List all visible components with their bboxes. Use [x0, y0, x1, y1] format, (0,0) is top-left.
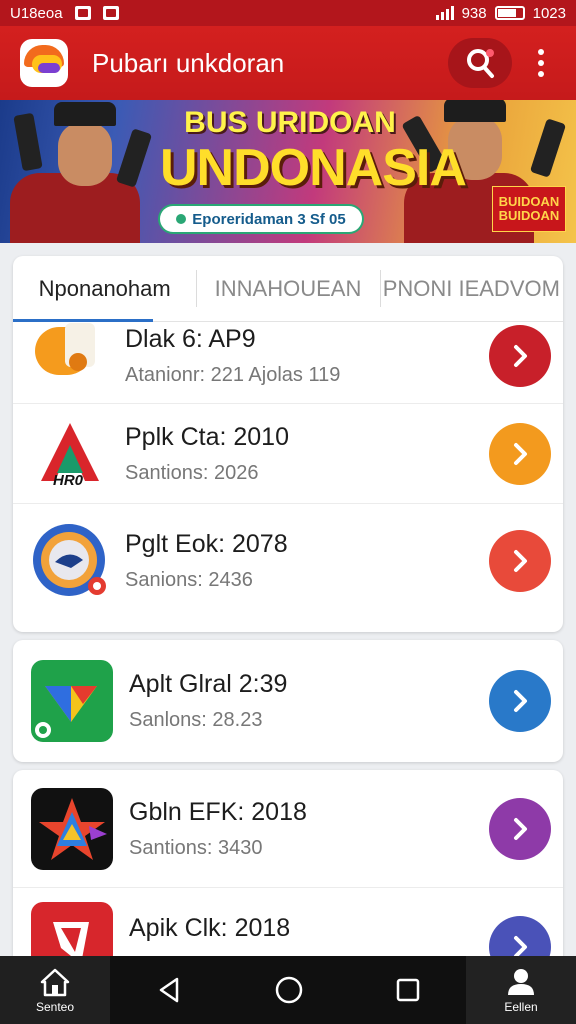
clock-text: 1023 [532, 4, 566, 22]
app-title: Dlak 6: AP9 [125, 324, 256, 353]
promo-banner[interactable]: BUS URIDOAN UNDONASIA Eporeridaman 3 Sf … [0, 100, 576, 243]
open-button[interactable] [489, 324, 551, 387]
app-title: Aplt Glral 2:39 [129, 670, 288, 698]
chevron-right-icon [514, 344, 527, 367]
apps-card: Gbln EFK: 2018 Santions: 3430 Apik Clk: … [13, 770, 563, 970]
chevron-right-icon [514, 550, 527, 572]
home-circle-icon[interactable] [274, 975, 304, 1005]
home-icon [40, 968, 70, 996]
app-title: Gbln EFK: 2018 [129, 797, 307, 826]
list-item[interactable]: HR0 Pplk Cta: 2010 Santions: 2026 [13, 404, 563, 504]
svg-text:HR0: HR0 [53, 472, 84, 489]
message-icon [74, 6, 91, 20]
app-subtitle: Sanions: 2436 [125, 569, 253, 591]
recents-icon[interactable] [395, 977, 421, 1003]
banner-title-line2: UNDONASIA [160, 139, 467, 197]
nav-home-label: Senteo [35, 999, 75, 1014]
open-button[interactable] [489, 530, 551, 592]
app-bar: Pubarı unkdoran [0, 26, 576, 100]
gallery-icon [102, 6, 119, 20]
list-item[interactable]: Dlak 6: AP9 Atanionr: 221 Ajolas 119 [13, 308, 563, 404]
battery-icon [494, 6, 525, 20]
list-item[interactable]: Gbln EFK: 2018 Santions: 3430 [13, 770, 563, 888]
list-item[interactable]: Pglt Eok: 2078 Sanions: 2436 [13, 504, 563, 618]
app-subtitle: Santions: 3430 [129, 836, 263, 859]
more-options-icon[interactable] [526, 43, 556, 83]
banner-title-line1: BUS URIDOAN [184, 106, 396, 139]
network-text: 938 [461, 4, 487, 22]
circle-badge-icon [31, 522, 109, 600]
banner-badge: BUIDOAN BUIDOAN [492, 186, 566, 232]
search-icon [467, 49, 494, 78]
banner-pill[interactable]: Eporeridaman 3 Sf 05 [160, 206, 362, 232]
app-title: Pglt Eok: 2078 [125, 530, 288, 558]
banner-person-left [10, 100, 153, 243]
search-button[interactable] [448, 38, 512, 88]
apps-card: Aplt Glral 2:39 Sanlons: 28.23 [13, 640, 563, 762]
orange-fox-icon [31, 317, 109, 395]
color-star-icon [31, 787, 113, 870]
app-subtitle: Santions: 2026 [125, 461, 259, 484]
status-bar: U18eoa 938 1023 [0, 0, 576, 26]
list-item[interactable]: Aplt Glral 2:39 Sanlons: 28.23 [13, 640, 563, 762]
nav-home-button[interactable]: Senteo [0, 956, 110, 1024]
banner-pill-text: Eporeridaman 3 Sf 05 [192, 210, 346, 228]
apps-card-main: Nponanoham INNAHOUEAN PNONI IEADVOM Dlak… [13, 256, 563, 632]
carrier-text: U18eoa [10, 4, 63, 22]
green-play-icon [31, 660, 113, 742]
app-subtitle: Atanionr: 221 Ajolas 119 [125, 363, 341, 386]
back-icon[interactable] [155, 976, 183, 1004]
bottom-navigation: Senteo Eellen [0, 956, 576, 1024]
open-button[interactable] [489, 670, 551, 732]
nav-profile-label: Eellen [504, 999, 538, 1014]
open-button[interactable] [489, 422, 551, 485]
signal-icon [435, 6, 454, 20]
app-subtitle: Sanlons: 28.23 [129, 709, 263, 731]
red-a-logo-icon: HR0 [31, 415, 109, 493]
app-title: Apik Clk: 2018 [129, 914, 291, 942]
app-title: Pplk Cta: 2010 [125, 422, 289, 451]
chevron-right-icon [514, 817, 527, 840]
profile-icon [508, 968, 534, 995]
system-navigation [110, 975, 466, 1005]
app-logo-icon [20, 39, 68, 87]
pill-dot-icon [176, 214, 187, 224]
nav-profile-button[interactable]: Eellen [466, 956, 576, 1024]
chevron-right-icon [514, 690, 527, 712]
chevron-right-icon [514, 442, 527, 465]
open-button[interactable] [489, 797, 551, 860]
app-title: Pubarı unkdoran [92, 47, 285, 78]
